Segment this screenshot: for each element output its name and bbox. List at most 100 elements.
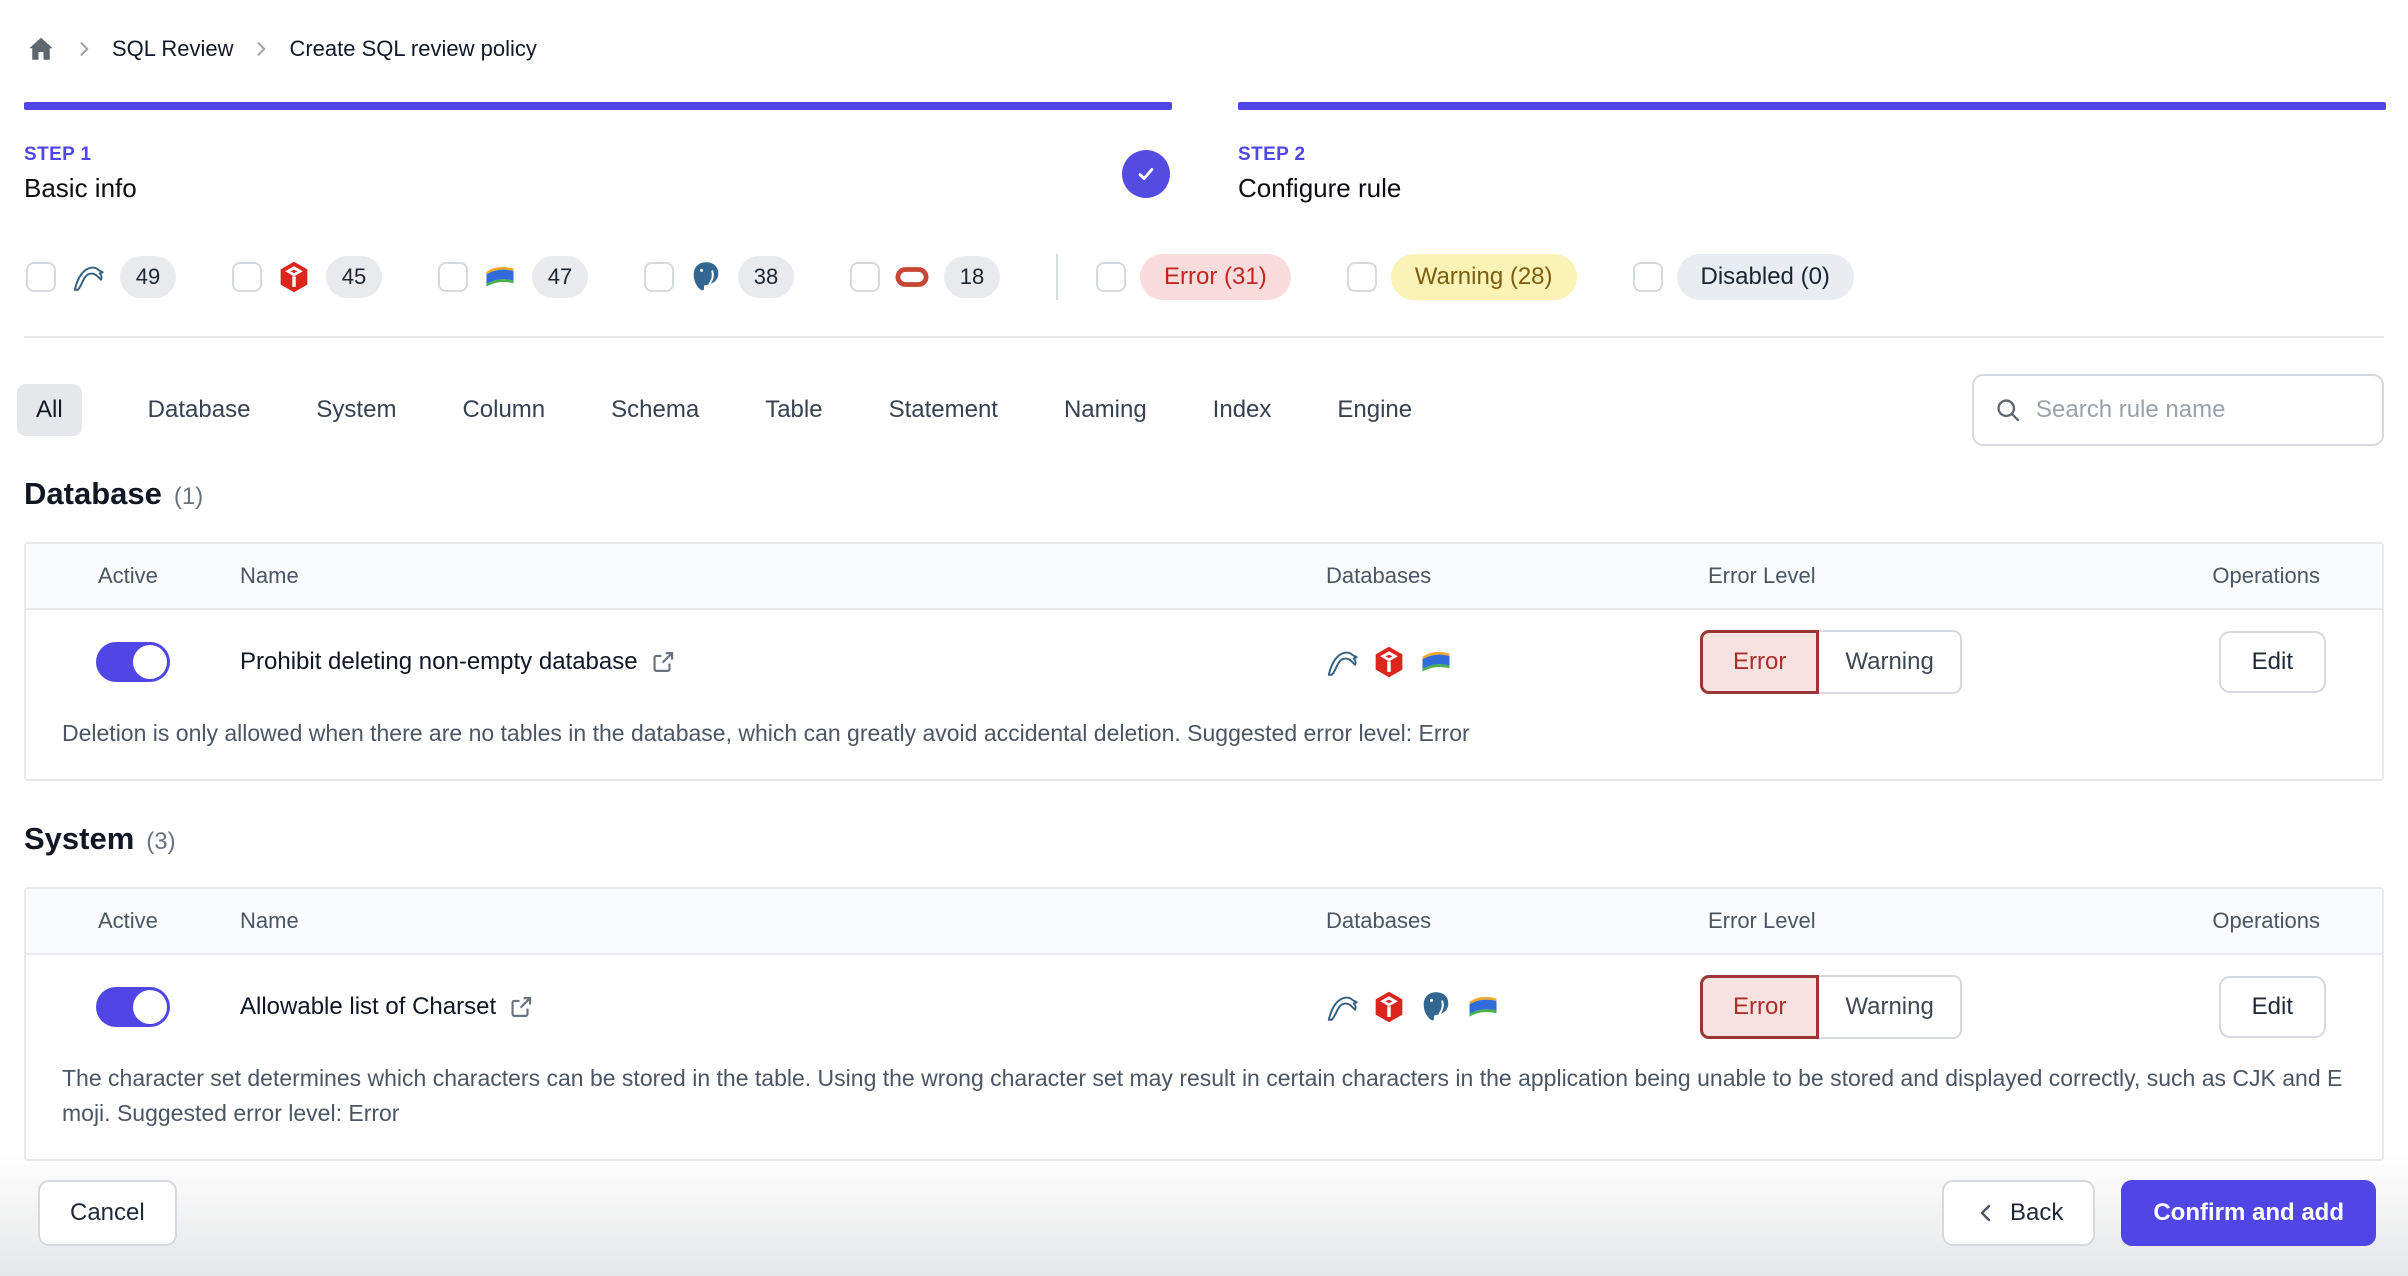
step-1-title: Basic info (24, 173, 137, 203)
search-rule-input[interactable] (2036, 396, 2362, 424)
edit-rule-button[interactable]: Edit (2218, 976, 2326, 1038)
col-operations: Operations (2212, 908, 2320, 933)
oracle-count-badge: 18 (944, 256, 1000, 298)
table-row: Prohibit deleting non-empty database Err… (26, 610, 2382, 702)
search-icon (1994, 396, 2022, 424)
disabled-level-checkbox[interactable] (1632, 262, 1663, 292)
col-operations: Operations (2212, 563, 2320, 588)
tab-database[interactable]: Database (148, 396, 251, 424)
error-level-option-error[interactable]: Error (1700, 975, 1820, 1039)
error-level-segmented-control: Error Warning (1700, 975, 1962, 1039)
level-filter-warning: Warning (28) (1346, 254, 1577, 300)
tab-column[interactable]: Column (462, 396, 545, 424)
section-title: Database (24, 476, 162, 511)
rule-description: Deletion is only allowed when there are … (62, 720, 1470, 746)
rule-database-icons (1300, 644, 1700, 680)
oceanbase-count-badge: 47 (532, 256, 588, 298)
oceanbase-checkbox[interactable] (438, 262, 468, 292)
category-tabs: All Database System Column Schema Table … (17, 384, 1972, 436)
tidb-icon (276, 259, 312, 295)
col-active: Active (98, 908, 158, 933)
back-button[interactable]: Back (1941, 1180, 2096, 1246)
section-count: (3) (146, 828, 176, 855)
tab-table[interactable]: Table (765, 396, 822, 424)
mysql-checkbox[interactable] (26, 262, 56, 292)
rule-active-toggle[interactable] (96, 987, 170, 1027)
col-databases: Databases (1326, 563, 1432, 588)
tab-system[interactable]: System (316, 396, 396, 424)
col-active: Active (98, 563, 158, 588)
error-level-option-warning[interactable]: Warning (1819, 975, 1962, 1039)
tab-statement[interactable]: Statement (889, 396, 998, 424)
table-header-row: Active Name Databases Error Level Operat… (26, 889, 2382, 955)
search-rule-box[interactable] (1972, 374, 2384, 446)
filter-divider (1056, 254, 1058, 300)
section-title: System (24, 821, 135, 856)
back-button-label: Back (2009, 1199, 2064, 1226)
tab-schema[interactable]: Schema (611, 396, 699, 424)
step-2-progress-bar (1238, 102, 2386, 110)
external-link-icon[interactable] (508, 994, 534, 1020)
error-level-option-error[interactable]: Error (1700, 630, 1820, 694)
home-icon[interactable] (26, 34, 56, 64)
engine-filter-mysql: 49 (26, 256, 176, 298)
confirm-and-add-button[interactable]: Confirm and add (2121, 1180, 2376, 1246)
postgresql-count-badge: 38 (738, 256, 794, 298)
category-tabbar: All Database System Column Schema Table … (0, 338, 2408, 446)
postgresql-icon (1418, 989, 1454, 1025)
breadcrumb-create-policy: Create SQL review policy (289, 36, 537, 61)
col-name: Name (240, 563, 299, 588)
engine-filter-postgresql: 38 (644, 256, 794, 298)
chevron-right-icon (74, 39, 94, 59)
create-sql-review-policy-page: SQL Review Create SQL review policy STEP… (0, 0, 2408, 1276)
step-1-label: STEP 1 (24, 144, 92, 165)
disabled-count-pill[interactable]: Disabled (0) (1676, 254, 1854, 300)
step-1-progress-bar (24, 102, 1172, 110)
oceanbase-icon (482, 259, 518, 295)
table-header-row: Active Name Databases Error Level Operat… (26, 544, 2382, 610)
warning-count-pill[interactable]: Warning (28) (1390, 254, 1577, 300)
section-header-database: Database (1) (0, 476, 2408, 512)
database-rules-table: Active Name Databases Error Level Operat… (24, 542, 2384, 781)
tidb-icon (1371, 644, 1407, 680)
level-filter-disabled: Disabled (0) (1632, 254, 1854, 300)
col-name: Name (240, 908, 299, 933)
chevron-left-icon (1974, 1201, 1998, 1225)
step-2: STEP 2 Configure rule (1238, 102, 2386, 204)
error-count-pill[interactable]: Error (31) (1140, 254, 1291, 300)
breadcrumb: SQL Review Create SQL review policy (0, 0, 2408, 64)
oceanbase-icon (1418, 644, 1454, 680)
external-link-icon[interactable] (650, 649, 676, 675)
edit-rule-button[interactable]: Edit (2218, 631, 2326, 693)
tidb-icon (1371, 989, 1407, 1025)
mysql-count-badge: 49 (120, 256, 176, 298)
rule-active-toggle[interactable] (96, 642, 170, 682)
table-row: Allowable list of Charset Error Warning … (26, 955, 2382, 1047)
postgresql-checkbox[interactable] (644, 262, 674, 292)
engine-filter-oceanbase: 47 (438, 256, 588, 298)
section-count: (1) (173, 483, 204, 510)
step-1-completed-check-icon (1122, 150, 1170, 198)
oceanbase-icon (1465, 989, 1501, 1025)
cancel-button[interactable]: Cancel (38, 1180, 177, 1246)
rule-database-icons (1300, 989, 1700, 1025)
tab-all[interactable]: All (17, 384, 82, 436)
breadcrumb-sql-review[interactable]: SQL Review (112, 36, 233, 62)
col-databases: Databases (1326, 908, 1432, 933)
rule-name-link[interactable]: Prohibit deleting non-empty database (240, 648, 638, 676)
error-level-checkbox[interactable] (1096, 262, 1126, 292)
tab-index[interactable]: Index (1213, 396, 1272, 424)
tidb-checkbox[interactable] (232, 262, 262, 292)
step-2-title: Configure rule (1238, 173, 1402, 203)
step-indicator: STEP 1 Basic info STEP 2 Configure rule (0, 64, 2408, 204)
oracle-icon (894, 259, 930, 295)
footer-action-bar: Cancel Back Confirm and add (0, 1154, 2408, 1276)
rule-name-link[interactable]: Allowable list of Charset (240, 993, 496, 1021)
tab-naming[interactable]: Naming (1064, 396, 1147, 424)
tab-engine[interactable]: Engine (1337, 396, 1412, 424)
oracle-checkbox[interactable] (850, 262, 880, 292)
step-2-label: STEP 2 (1238, 144, 1306, 165)
col-error-level: Error Level (1708, 908, 1816, 933)
error-level-option-warning[interactable]: Warning (1819, 630, 1962, 694)
warning-level-checkbox[interactable] (1346, 262, 1377, 292)
